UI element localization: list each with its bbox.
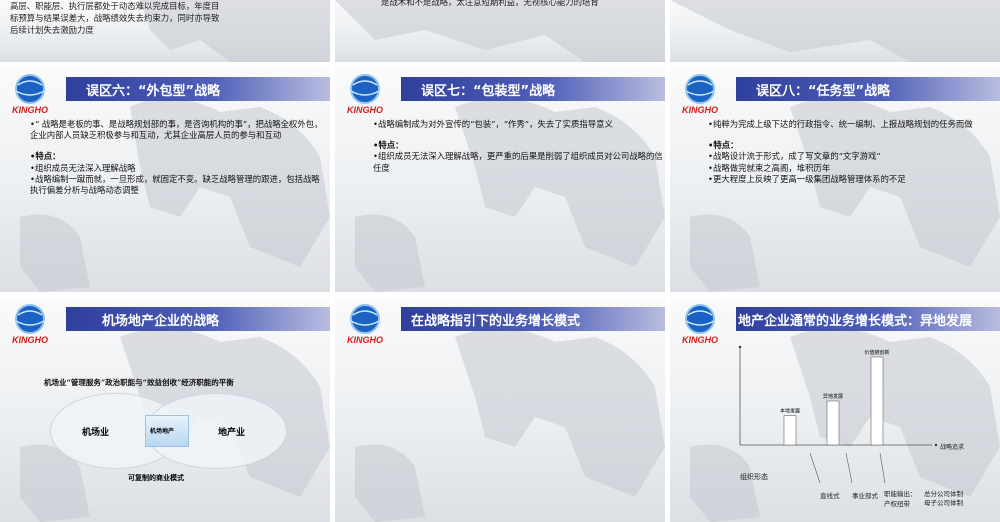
slide-title-bar: 误区六：“外包型”战略: [66, 77, 330, 101]
text-line: 高层、职能层、执行层都处于动态难以完成目标，年度目: [10, 1, 220, 11]
slide-airport-realestate[interactable]: KINGHO 机场地产企业的战略 机场业“管理服务”政治职能与“效益创收”经济职…: [0, 297, 330, 522]
kingho-logo-icon: KINGHO: [682, 74, 718, 115]
label-leader-line: [809, 452, 821, 484]
paragraph: •战略编制成为对外宣传的“包装”，“作秀”，失去了实质指导意义: [373, 119, 613, 129]
kingho-logo-icon: KINGHO: [347, 74, 383, 115]
chart-bar: [783, 415, 797, 446]
label-leader-line: [879, 452, 886, 484]
organization-form-label: 直线式: [820, 492, 840, 500]
slide-body: •纯粹为完成上级下达的行政指令、统一编制、上报战略规划的任务而做 •特点： •战…: [708, 119, 1000, 185]
bar-category-label: 异地发展: [823, 393, 843, 400]
slide-task-strategy[interactable]: KINGHO 误区八：“任务型”战略 •纯粹为完成上级下达的行政指令、统一编制、…: [670, 67, 1000, 292]
feature-item: •战略编制一蹴而就，一旦形成，就固定不变。缺乏战略管理的跟进，包括战略执行偏差分…: [30, 173, 320, 196]
slide-body: •战略编制成为对外宣传的“包装”，“作秀”，失去了实质指导意义 •特点： •组织…: [373, 119, 665, 174]
paragraph: •“ 战略是老板的事、是战略规划部的事，是咨询机构的事”，把战略全权外包，企业内…: [30, 119, 323, 141]
text-line: 标预算与结果误差大，战略绩效失去约束力，同时亦导致: [10, 13, 220, 23]
features-label: •特点：: [30, 151, 61, 162]
feature-item: •更大程度上反映了更高一级集团战略管理体系的不足: [708, 173, 906, 184]
bar-category-label: 价值链创新: [864, 349, 889, 356]
y-axis-label: 战略追求: [940, 444, 965, 451]
organization-form-label: 母子公司体制: [924, 499, 963, 507]
slide-body: •“ 战略是老板的事、是战略规划部的事，是咨询机构的事”，把战略全权外包，企业内…: [30, 119, 328, 196]
feature-item: •战略做完就束之高阁，堆积历年: [708, 162, 831, 173]
diagram-subtitle: 机场业“管理服务”政治职能与“效益创收”经济职能的平衡: [44, 378, 234, 387]
slide-text: 是战术和不是战略，太注意短期利益，无视核心能力的培育: [381, 0, 599, 7]
features-label: •特点：: [708, 140, 739, 151]
chart-bar: [870, 356, 884, 446]
slide-development-mode[interactable]: KINGHO 地产企业通常的业务增长模式：异地发展 本地发展 异地发展 价值链创新 …: [670, 297, 1000, 522]
svg-text:KINGHO: KINGHO: [12, 335, 48, 345]
slide-title: 误区八：“任务型”战略: [756, 84, 891, 99]
feature-item: •组织成员无法深入理解战略，更严重的后果是削弱了组织成员对公司战略的信任度: [373, 151, 663, 173]
slide-top-middle[interactable]: 是战术和不是战略，太注意短期利益，无视核心能力的培育: [335, 0, 665, 62]
slide-title: 在战略指引下的业务增长模式: [411, 314, 581, 329]
left-circle-label: 机场业: [82, 428, 110, 438]
kingho-logo-icon: KINGHO: [12, 304, 48, 345]
slide-top-left[interactable]: 高层、职能层、执行层都处于动态难以完成目标，年度目 标预算与结果误差大，战略绩效…: [0, 0, 330, 62]
slide-title: 误区六：“外包型”战略: [86, 84, 221, 99]
x-axis-dot: [934, 443, 938, 447]
diagram-footer: 可复制的商业模式: [128, 473, 184, 482]
slide-title-bar: 在战略指引下的业务增长模式: [401, 307, 665, 331]
chart-bar: [826, 400, 840, 446]
feature-item: •组织成员无法深入理解战略: [30, 162, 136, 173]
slide-top-right[interactable]: [670, 0, 1000, 62]
slide-title-bar: 机场地产企业的战略: [66, 307, 330, 331]
svg-text:KINGHO: KINGHO: [347, 335, 383, 345]
right-circle-label: 地产业: [218, 428, 246, 438]
organization-form-label: 职能输出：产权纽带: [884, 490, 917, 508]
svg-text:KINGHO: KINGHO: [347, 105, 383, 115]
bar-category-label: 本地发展: [780, 408, 800, 415]
x-axis-label: 组织形态: [740, 473, 768, 481]
world-map-background: [335, 0, 665, 62]
organization-form-label: 事业部式: [852, 492, 878, 500]
text-line: 后续计划失去激励力度: [10, 25, 94, 35]
slide-title: 机场地产企业的战略: [102, 314, 220, 329]
slide-title: 误区七：“包装型”战略: [421, 84, 556, 99]
center-label: 机场地产: [150, 428, 175, 435]
paragraph: •纯粹为完成上级下达的行政指令、统一编制、上报战略规划的任务而做: [708, 119, 973, 129]
slide-outsource-strategy[interactable]: KINGHO 误区六：“外包型”战略 •“ 战略是老板的事、是战略规划部的事，是…: [0, 67, 330, 292]
slide-packaging-strategy[interactable]: KINGHO 误区七：“包装型”战略 •战略编制成为对外宣传的“包装”，“作秀”…: [335, 67, 665, 292]
svg-text:KINGHO: KINGHO: [682, 105, 718, 115]
slide-growth-mode[interactable]: KINGHO 在战略指引下的业务增长模式: [335, 297, 665, 522]
world-map-background: [670, 0, 1000, 62]
features-label: •特点：: [373, 140, 404, 151]
feature-item: •战略设计流于形式，成了写文章的“文字游戏”: [708, 151, 881, 162]
kingho-logo-icon: KINGHO: [12, 74, 48, 115]
slide-title-bar: 误区七：“包装型”战略: [401, 77, 665, 101]
slide-text: 高层、职能层、执行层都处于动态难以完成目标，年度目 标预算与结果误差大，战略绩效…: [10, 0, 310, 36]
y-axis-dot: [738, 345, 742, 349]
kingho-logo-icon: KINGHO: [347, 304, 383, 345]
label-leader-line: [845, 452, 853, 484]
slide-title-bar: 误区八：“任务型”战略: [736, 77, 1000, 101]
svg-text:KINGHO: KINGHO: [12, 105, 48, 115]
